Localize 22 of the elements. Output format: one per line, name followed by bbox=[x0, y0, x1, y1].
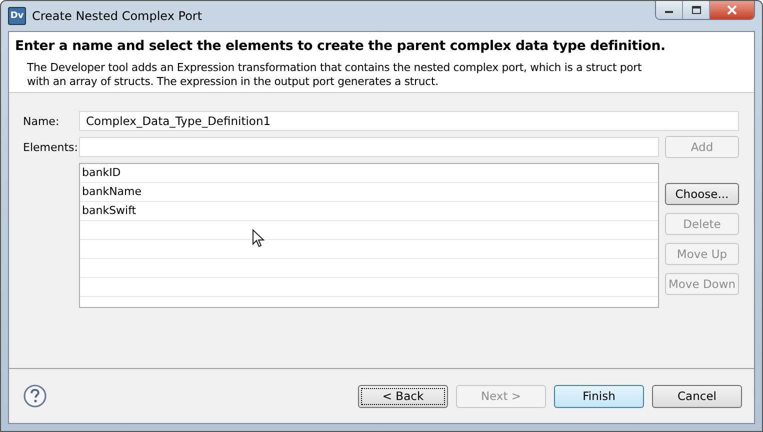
window-title: Create Nested Complex Port bbox=[32, 9, 204, 23]
help-icon[interactable] bbox=[23, 384, 47, 408]
name-field[interactable]: Complex_Data_Type_Definition1 bbox=[79, 111, 739, 131]
maximize-button[interactable] bbox=[683, 1, 710, 19]
elements-field[interactable] bbox=[79, 137, 659, 157]
page-description: The Developer tool adds an Expression transformation that contains the nested complex port, which is a struct port with an array of structs. The expression in the output port generates a struct. bbox=[27, 61, 643, 89]
close-icon bbox=[726, 5, 738, 15]
close-button[interactable] bbox=[710, 1, 754, 19]
wizard-button[interactable]: Finish bbox=[554, 384, 644, 408]
app-logo-icon: Dv bbox=[8, 7, 26, 25]
maximize-icon bbox=[690, 5, 702, 15]
field-label: Elements: bbox=[23, 140, 79, 154]
list-item[interactable]: bankSwift bbox=[80, 202, 658, 221]
list-action-button[interactable]: Choose... bbox=[665, 183, 739, 205]
mouse-cursor-icon bbox=[252, 229, 265, 248]
field-label: Name: bbox=[23, 114, 60, 128]
list-item[interactable]: bankName bbox=[80, 183, 658, 202]
wizard-button[interactable]: Cancel bbox=[652, 384, 742, 408]
list-item[interactable]: bankID bbox=[80, 164, 658, 183]
wizard-button[interactable]: < Back bbox=[358, 384, 448, 408]
page-title: Enter a name and select the elements to create the parent complex data type definition. bbox=[15, 39, 666, 54]
minimize-button[interactable] bbox=[656, 1, 683, 19]
